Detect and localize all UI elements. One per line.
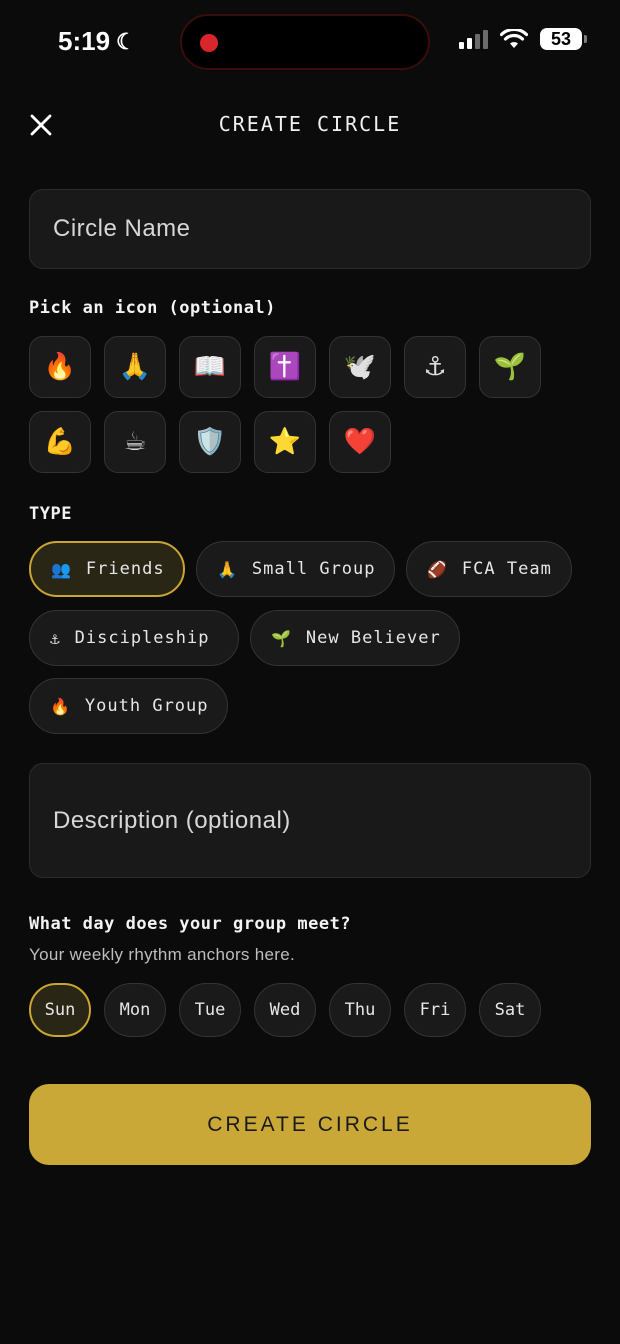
icon-option-muscle[interactable]: 💪 (29, 411, 91, 473)
day-fri[interactable]: Fri (404, 983, 466, 1037)
type-chip-fca-team[interactable]: 🏈 FCA Team (406, 541, 572, 597)
type-label: TYPE (29, 504, 72, 524)
moon-icon: ☾ (116, 28, 136, 54)
status-time: 5:19 ☾ (58, 26, 136, 57)
type-chip-new-believer[interactable]: 🌱 New Believer (250, 610, 460, 666)
icon-option-cross[interactable]: ✝️ (254, 336, 316, 398)
type-chip-small-group[interactable]: 🙏 Small Group (196, 541, 395, 597)
day-mon[interactable]: Mon (104, 983, 166, 1037)
type-chip-label: Discipleship (74, 628, 210, 648)
wifi-icon (500, 29, 528, 49)
type-chip-discipleship[interactable]: ⚓ Discipleship (29, 610, 239, 666)
icon-option-coffee[interactable]: ☕ (104, 411, 166, 473)
icon-option-anchor[interactable]: ⚓ (404, 336, 466, 398)
icon-option-shield[interactable]: 🛡️ (179, 411, 241, 473)
recording-dot-icon (200, 34, 218, 52)
icon-option-pray[interactable]: 🙏 (104, 336, 166, 398)
day-sun[interactable]: Sun (29, 983, 91, 1037)
type-chip-label: Friends (85, 559, 165, 579)
description-input[interactable] (29, 763, 591, 878)
dynamic-island (180, 14, 430, 70)
type-chip-label: New Believer (305, 628, 441, 648)
icon-option-fire[interactable]: 🔥 (29, 336, 91, 398)
type-chip-friends[interactable]: 👥 Friends (29, 541, 185, 597)
battery-level: 53 (550, 28, 572, 49)
football-icon: 🏈 (427, 559, 448, 579)
type-chip-label: FCA Team (461, 559, 552, 579)
day-sat[interactable]: Sat (479, 983, 541, 1037)
battery-icon: 53 (540, 28, 587, 50)
day-wed[interactable]: Wed (254, 983, 316, 1037)
meet-day-subtitle: Your weekly rhythm anchors here. (29, 945, 295, 964)
icon-option-heart[interactable]: ❤️ (329, 411, 391, 473)
pray-icon: 🙏 (217, 559, 238, 579)
create-circle-button[interactable]: CREATE CIRCLE (29, 1084, 591, 1165)
sprout-icon: 🌱 (271, 628, 292, 648)
signal-icon (459, 29, 488, 49)
anchor-icon: ⚓ (50, 628, 61, 648)
icon-option-star[interactable]: ⭐ (254, 411, 316, 473)
status-time-text: 5:19 (58, 26, 111, 56)
type-chip-label: Small Group (251, 559, 376, 579)
day-tue[interactable]: Tue (179, 983, 241, 1037)
page-title: CREATE CIRCLE (218, 112, 402, 136)
day-thu[interactable]: Thu (329, 983, 391, 1037)
icon-option-dove[interactable]: 🕊️ (329, 336, 391, 398)
circle-name-input[interactable] (29, 189, 591, 269)
icon-option-sprout[interactable]: 🌱 (479, 336, 541, 398)
status-indicators: 53 (459, 28, 587, 50)
status-bar: 5:19 ☾ 53 (0, 0, 620, 86)
icon-picker-label: Pick an icon (optional) (29, 298, 276, 318)
icon-option-book[interactable]: 📖 (179, 336, 241, 398)
type-chip-label: Youth Group (84, 696, 209, 716)
type-chip-youth-group[interactable]: 🔥 Youth Group (29, 678, 228, 734)
meet-day-label: What day does your group meet? (29, 914, 352, 934)
people-icon: 👥 (51, 559, 72, 579)
fire-icon: 🔥 (50, 696, 71, 716)
